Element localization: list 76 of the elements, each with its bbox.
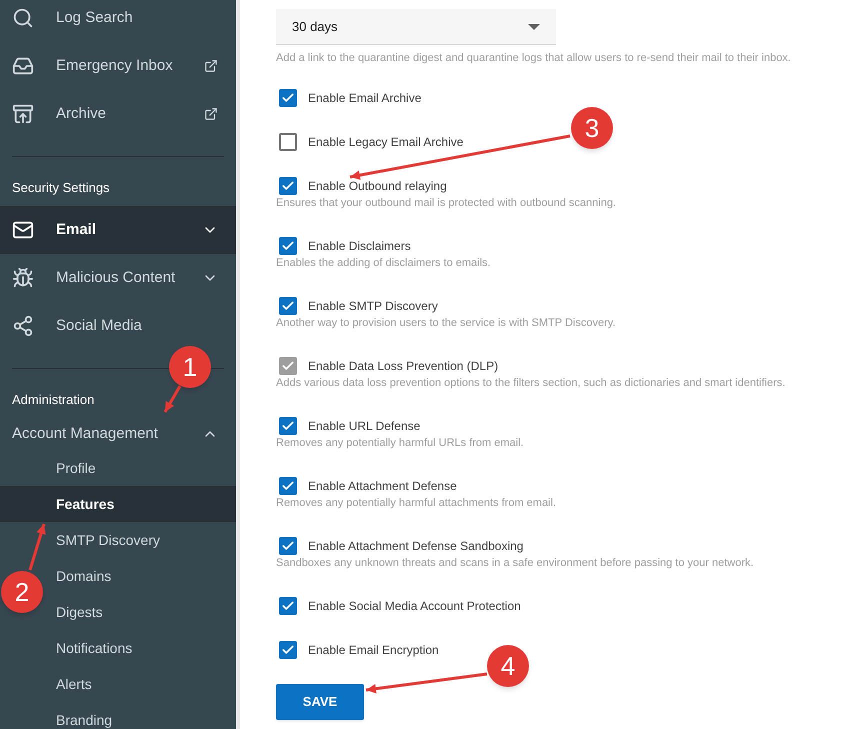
- save-button[interactable]: SAVE: [276, 684, 364, 720]
- nav-subitem[interactable]: SMTP Discovery: [48, 522, 168, 558]
- nav-subitem[interactable]: Profile: [48, 450, 104, 486]
- annotation-arrow: [164, 385, 182, 413]
- nav-item[interactable]: Malicious Content: [0, 254, 236, 302]
- nav-label: Archive: [56, 104, 108, 124]
- share-icon: [12, 315, 34, 337]
- nav-subitem[interactable]: Branding: [48, 702, 120, 729]
- check-icon: [281, 238, 295, 252]
- option-label: Enable Email Archive: [308, 90, 422, 106]
- check-icon: [281, 418, 295, 432]
- option-label: Enable Legacy Email Archive: [308, 134, 464, 150]
- section-title: Administration: [12, 391, 94, 410]
- inbox-icon: [12, 55, 34, 77]
- option-label: Enable URL Defense: [308, 418, 420, 434]
- option-label: Enable Data Loss Prevention (DLP): [308, 358, 498, 374]
- search-icon: [12, 7, 34, 29]
- nav-subitem[interactable]: Notifications: [48, 630, 140, 666]
- annotation-arrow: [28, 524, 46, 570]
- nav-label: Log Search: [56, 8, 134, 28]
- checkbox[interactable]: [279, 596, 297, 614]
- option-label: Enable Disclaimers: [308, 238, 411, 254]
- select-field[interactable]: 30 days: [276, 9, 556, 45]
- nav-label: Social Media: [56, 316, 143, 336]
- checkbox[interactable]: [279, 640, 297, 658]
- option-label: Enable SMTP Discovery: [308, 298, 438, 314]
- checkbox[interactable]: [279, 88, 297, 106]
- option-label: Enable Attachment Defense Sandboxing: [308, 538, 524, 554]
- checkbox[interactable]: [279, 296, 297, 314]
- nav-label: Emergency Inbox: [56, 56, 174, 76]
- nav-item[interactable]: Archive: [0, 90, 236, 138]
- option-label: Enable Email Encryption: [308, 642, 439, 658]
- nav-subitem[interactable]: Digests: [48, 594, 111, 630]
- check-icon: [281, 298, 295, 312]
- check-icon: [281, 478, 295, 492]
- dropdown-caret-icon: [528, 24, 540, 30]
- archive-box-icon: [12, 103, 34, 125]
- nav-subitem[interactable]: Domains: [48, 558, 120, 594]
- option-description: Removes any potentially harmful attachments from email.: [276, 496, 558, 510]
- option-label: Enable Social Media Account Protection: [308, 598, 521, 614]
- help-text: Add a link to the quarantine digest and quarantine logs that allow users to re-send their mail to their inbox.: [276, 51, 792, 66]
- nav-item[interactable]: Email: [0, 206, 236, 254]
- option-description: Enables the adding of disclaimers to emails.: [276, 256, 492, 270]
- checkbox[interactable]: [279, 236, 297, 254]
- check-icon: [281, 358, 295, 372]
- option-description: Another way to provision users to the service is with SMTP Discovery.: [276, 316, 616, 330]
- nav-subitem[interactable]: Alerts: [48, 666, 100, 702]
- check-icon: [281, 178, 295, 192]
- check-icon: [281, 538, 295, 552]
- envelope-icon: [12, 219, 34, 241]
- select-value: 30 days: [292, 18, 338, 36]
- check-icon: [281, 90, 295, 104]
- nav-label: Account Management: [12, 424, 159, 444]
- checkbox[interactable]: [279, 476, 297, 494]
- option-description: Adds various data loss prevention options to the filters section, such as dictionaries and smart identifiers.: [276, 376, 786, 390]
- nav-label: Malicious Content: [56, 268, 176, 288]
- option-label: Enable Outbound relaying: [308, 178, 447, 194]
- option-label: Enable Attachment Defense: [308, 478, 457, 494]
- checkbox[interactable]: [279, 176, 297, 194]
- nav-subitem[interactable]: Features: [0, 486, 236, 522]
- section-title: Security Settings: [12, 179, 110, 198]
- external-link-icon: [204, 59, 218, 73]
- option-description: Ensures that your outbound mail is protected with outbound scanning.: [276, 196, 617, 210]
- check-icon: [281, 598, 295, 612]
- checkbox[interactable]: [279, 416, 297, 434]
- bug-icon: [12, 267, 34, 289]
- option-description: Sandboxes any unknown threats and scans in a safe environment before passing to your network.: [276, 556, 755, 570]
- nav-label: Email: [56, 220, 98, 240]
- option-description: Removes any potentially harmful URLs from email.: [276, 436, 525, 450]
- nav-item[interactable]: Log Search: [0, 0, 236, 42]
- external-link-icon: [204, 107, 218, 121]
- nav-item[interactable]: Emergency Inbox: [0, 42, 236, 90]
- check-icon: [281, 642, 295, 656]
- checkbox[interactable]: [279, 132, 297, 150]
- nav-item[interactable]: Account Management: [0, 418, 236, 450]
- checkbox[interactable]: [279, 536, 297, 554]
